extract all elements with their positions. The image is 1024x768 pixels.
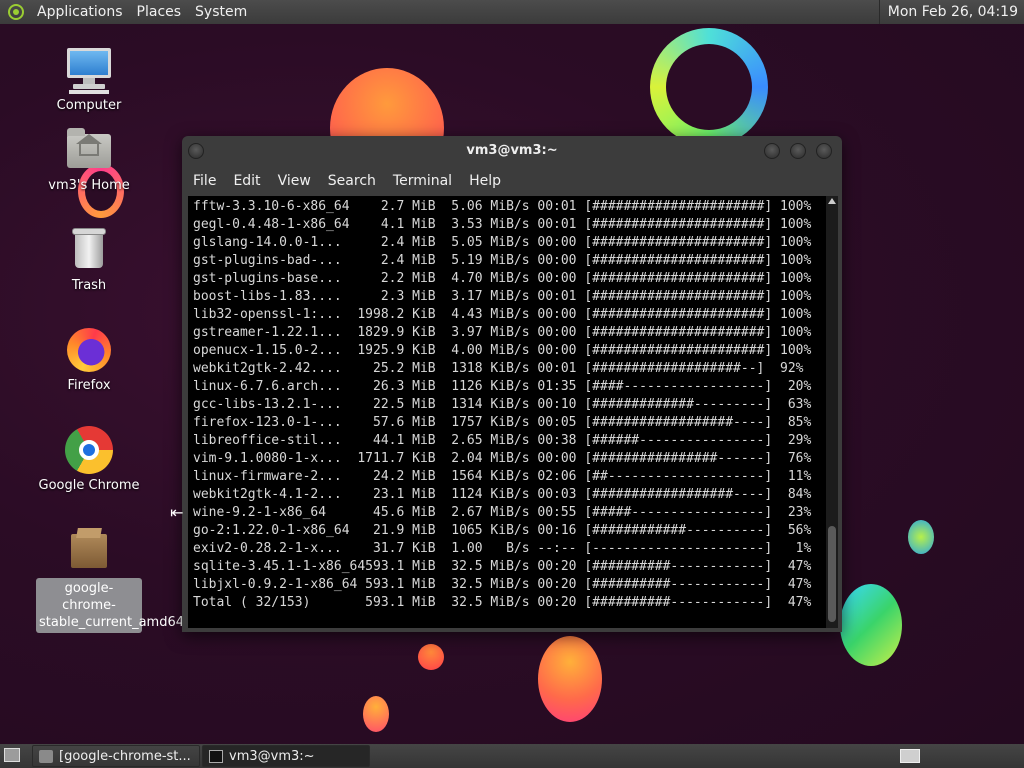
close-button[interactable]: [816, 143, 832, 159]
window-title: vm3@vm3:~: [466, 143, 558, 158]
desktop-icon-computer[interactable]: Computer: [34, 46, 144, 113]
terminal-window[interactable]: vm3@vm3:~ File Edit View Search Terminal…: [182, 136, 842, 632]
terminal-line: linux-6.7.6.arch... 26.3 MiB 1126 KiB/s …: [193, 379, 812, 394]
desktop-icon-label: Computer: [56, 98, 122, 113]
decorative-green-ring: [650, 28, 768, 146]
desktop-icon-label: Trash: [71, 278, 107, 293]
terminal-line: glslang-14.0.0-1... 2.4 MiB 5.05 MiB/s 0…: [193, 235, 812, 250]
desktop-icon-chrome[interactable]: Google Chrome: [34, 426, 144, 493]
terminal-menubar: File Edit View Search Terminal Help: [182, 166, 842, 196]
terminal-output[interactable]: fftw-3.3.10-6-x86_64 2.7 MiB 5.06 MiB/s …: [188, 196, 826, 628]
show-desktop-icon[interactable]: [4, 748, 20, 762]
scroll-up-arrow-icon[interactable]: [828, 198, 836, 204]
terminal-line: firefox-123.0-1-... 57.6 MiB 1757 KiB/s …: [193, 415, 812, 430]
desktop-icon-label: Firefox: [67, 378, 111, 393]
resize-cursor-icon: ⇤: [170, 503, 184, 522]
terminal-line: Total ( 32/153) 593.1 MiB 32.5 MiB/s 00:…: [193, 595, 812, 610]
trash-icon: [65, 226, 113, 274]
terminal-line: gst-plugins-base... 2.2 MiB 4.70 MiB/s 0…: [193, 271, 812, 286]
terminal-line: webkit2gtk-4.1-2... 23.1 MiB 1124 KiB/s …: [193, 487, 812, 502]
terminal-line: sqlite-3.45.1-1-x86_64593.1 MiB 32.5 MiB…: [193, 559, 812, 574]
bottom-panel: [google-chrome-st... vm3@vm3:~: [0, 744, 1024, 768]
decorative-small-red-blob: [418, 644, 444, 670]
scrollbar-thumb[interactable]: [828, 526, 836, 622]
decorative-blue-green-blob: [840, 584, 902, 666]
system-menu[interactable]: System: [188, 4, 254, 20]
menu-terminal[interactable]: Terminal: [386, 173, 459, 189]
top-panel: Applications Places System Mon Feb 26, 0…: [0, 0, 1024, 24]
terminal-icon: [209, 750, 223, 763]
terminal-line: libjxl-0.9.2-1-x86_64 593.1 MiB 32.5 MiB…: [193, 577, 812, 592]
computer-icon: [65, 46, 113, 94]
menu-help[interactable]: Help: [462, 173, 508, 189]
terminal-line: gcc-libs-13.2.1-... 22.5 MiB 1314 KiB/s …: [193, 397, 812, 412]
decorative-orange-blob-bottom: [538, 636, 602, 722]
terminal-line: openucx-1.15.0-2... 1925.9 KiB 4.00 MiB/…: [193, 343, 812, 358]
terminal-line: boost-libs-1.83.... 2.3 MiB 3.17 MiB/s 0…: [193, 289, 812, 304]
desktop-icon-firefox[interactable]: Firefox: [34, 326, 144, 393]
terminal-line: exiv2-0.28.2-1-x... 31.7 KiB 1.00 B/s --…: [193, 541, 812, 556]
mate-logo-icon[interactable]: [8, 4, 24, 20]
terminal-line: gstreamer-1.22.1... 1829.9 KiB 3.97 MiB/…: [193, 325, 812, 340]
desktop-icon-deb-file[interactable]: google-chrome-stable_current_amd64.deb: [34, 526, 213, 633]
terminal-line: libreoffice-stil... 44.1 MiB 2.65 MiB/s …: [193, 433, 812, 448]
decorative-small-orange-blob: [363, 696, 389, 732]
minimize-button[interactable]: [764, 143, 780, 159]
workspace-switcher[interactable]: [900, 749, 920, 763]
window-titlebar[interactable]: vm3@vm3:~: [182, 136, 842, 166]
taskbar-item-label: vm3@vm3:~: [229, 749, 315, 764]
desktop-icon-trash[interactable]: Trash: [34, 226, 144, 293]
desktop-icon-label: google-chrome-stable_current_amd64.deb: [36, 578, 213, 633]
terminal-line: go-2:1.22.0-1-x86_64 21.9 MiB 1065 KiB/s…: [193, 523, 812, 538]
decorative-small-green-blob: [908, 520, 934, 554]
terminal-line: wine-9.2-1-x86_64 45.6 MiB 2.67 MiB/s 00…: [193, 505, 812, 520]
menu-file[interactable]: File: [186, 173, 223, 189]
places-menu[interactable]: Places: [130, 4, 189, 20]
desktop-icon-home[interactable]: vm3's Home: [34, 126, 144, 193]
applications-menu[interactable]: Applications: [30, 4, 130, 20]
file-manager-icon: [39, 750, 53, 763]
menu-view[interactable]: View: [271, 173, 318, 189]
firefox-icon: [65, 326, 113, 374]
maximize-button[interactable]: [790, 143, 806, 159]
package-icon: [65, 526, 113, 574]
menu-search[interactable]: Search: [321, 173, 383, 189]
terminal-line: vim-9.1.0080-1-x... 1711.7 KiB 2.04 MiB/…: [193, 451, 812, 466]
taskbar-item-label: [google-chrome-st...: [59, 749, 191, 764]
terminal-line: linux-firmware-2... 24.2 MiB 1564 KiB/s …: [193, 469, 812, 484]
panel-menu: Applications Places System: [0, 4, 254, 20]
desktop-icon-label: Google Chrome: [38, 478, 140, 493]
home-folder-icon: [65, 126, 113, 174]
chrome-icon: [65, 426, 113, 474]
terminal-line: fftw-3.3.10-6-x86_64 2.7 MiB 5.06 MiB/s …: [193, 199, 812, 214]
menu-edit[interactable]: Edit: [226, 173, 267, 189]
taskbar-item-terminal[interactable]: vm3@vm3:~: [202, 745, 370, 767]
terminal-line: lib32-openssl-1:... 1998.2 KiB 4.43 MiB/…: [193, 307, 812, 322]
terminal-line: webkit2gtk-2.42.... 25.2 MiB 1318 KiB/s …: [193, 361, 804, 376]
desktop-icon-label: vm3's Home: [48, 178, 130, 193]
terminal-line: gst-plugins-bad-... 2.4 MiB 5.19 MiB/s 0…: [193, 253, 812, 268]
panel-clock[interactable]: Mon Feb 26, 04:19: [878, 0, 1024, 24]
window-menu-button[interactable]: [188, 143, 204, 159]
terminal-line: gegl-0.4.48-1-x86_64 4.1 MiB 3.53 MiB/s …: [193, 217, 812, 232]
taskbar-item-chrome-deb[interactable]: [google-chrome-st...: [32, 745, 200, 767]
terminal-scrollbar[interactable]: [826, 196, 838, 628]
